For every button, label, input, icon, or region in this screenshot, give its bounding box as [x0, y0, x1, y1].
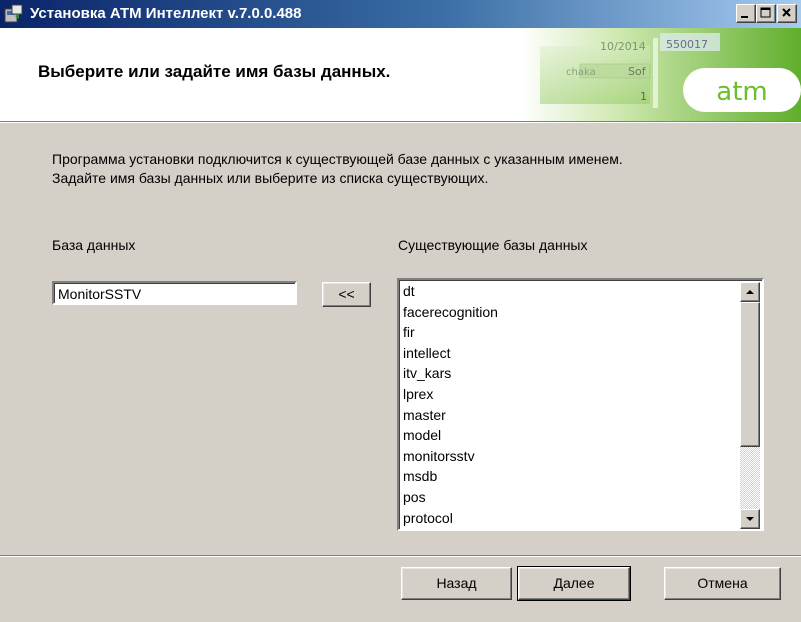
list-item[interactable]: monitorsstv: [403, 446, 733, 467]
existing-databases-list[interactable]: dt facerecognition fir intellect itv_kar…: [397, 278, 764, 531]
list-item[interactable]: pos: [403, 487, 733, 508]
banner-art-sof: Sof: [628, 65, 647, 78]
list-item[interactable]: facerecognition: [403, 302, 733, 323]
description-line-2: Задайте имя базы данных или выберите из …: [52, 170, 489, 186]
banner-art-code: 550017: [666, 38, 708, 51]
arrow-up-icon: [746, 290, 754, 294]
list-item[interactable]: lprex: [403, 384, 733, 405]
scroll-up-button[interactable]: [740, 282, 760, 302]
database-name-input[interactable]: MonitorSSTV: [52, 281, 297, 305]
scroll-down-button[interactable]: [740, 509, 760, 529]
list-items-container: dt facerecognition fir intellect itv_kar…: [403, 281, 733, 528]
maximize-icon: [760, 7, 771, 18]
list-item[interactable]: fir: [403, 322, 733, 343]
close-button[interactable]: [777, 4, 797, 23]
page-title: Выберите или задайте имя базы данных.: [38, 62, 391, 81]
maximize-button[interactable]: [756, 4, 776, 23]
next-button[interactable]: Далее: [517, 566, 631, 601]
header-divider-highlight: [0, 122, 801, 123]
installer-icon: [4, 4, 24, 24]
select-database-button[interactable]: <<: [322, 282, 371, 307]
installer-window: Установка АТМ Интеллект v.7.0.0.488 Выбе…: [0, 0, 801, 622]
banner-artwork: 10/2014 550017 chaka Sof 1 atm: [520, 28, 801, 121]
list-item[interactable]: model: [403, 425, 733, 446]
description-line-1: Программа установки подключится к сущест…: [52, 151, 623, 167]
minimize-icon: [741, 16, 748, 18]
header-banner: Выберите или задайте имя базы данных. 10…: [0, 28, 801, 121]
list-item[interactable]: itv_kars: [403, 363, 733, 384]
list-item[interactable]: protocol: [403, 508, 733, 529]
close-icon: [782, 8, 791, 17]
title-bar[interactable]: Установка АТМ Интеллект v.7.0.0.488: [0, 0, 801, 28]
list-item[interactable]: intellect: [403, 343, 733, 364]
list-item[interactable]: msdb: [403, 466, 733, 487]
banner-art-date: 10/2014: [600, 40, 646, 53]
scrollbar-thumb[interactable]: [740, 302, 760, 447]
minimize-button[interactable]: [736, 4, 756, 23]
list-item[interactable]: master: [403, 405, 733, 426]
cancel-button[interactable]: Отмена: [664, 567, 781, 600]
existing-databases-label: Существующие базы данных: [398, 237, 588, 253]
banner-art-number: 1: [640, 90, 647, 103]
list-scrollbar[interactable]: [740, 282, 760, 529]
window-title: Установка АТМ Интеллект v.7.0.0.488: [30, 5, 302, 22]
description: Программа установки подключится к сущест…: [52, 150, 792, 188]
database-label: База данных: [52, 237, 136, 253]
footer-divider-highlight: [0, 556, 801, 557]
banner-art-word: chaka: [566, 67, 596, 78]
list-item[interactable]: dt: [403, 281, 733, 302]
atm-logo-text: atm: [716, 77, 767, 107]
arrow-down-icon: [746, 517, 754, 521]
back-button[interactable]: Назад: [401, 567, 512, 600]
